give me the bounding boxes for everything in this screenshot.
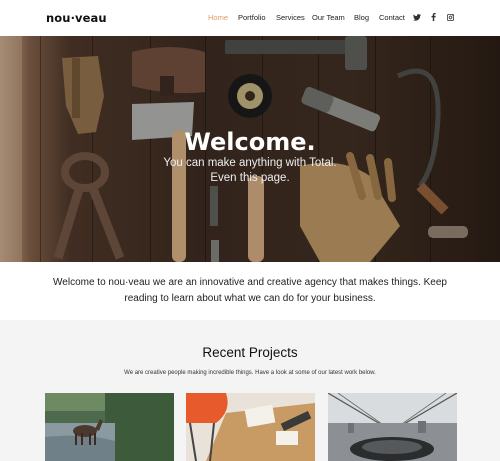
project-thumbnail-city[interactable] — [328, 393, 457, 461]
instagram-icon[interactable] — [445, 12, 455, 22]
nav-portfolio[interactable]: Portfolio — [238, 13, 266, 22]
nav-contact[interactable]: Contact — [379, 13, 405, 22]
recent-projects-section: Recent Projects We are creative people m… — [0, 320, 500, 461]
hero-title: Welcome. — [184, 128, 316, 156]
nav-blog[interactable]: Blog — [354, 13, 369, 22]
section-subtitle: We are creative people making incredible… — [124, 370, 376, 376]
section-title: Recent Projects — [202, 345, 298, 360]
facebook-icon[interactable] — [428, 12, 438, 22]
nav-home[interactable]: Home — [208, 13, 228, 22]
hero-banner: Welcome. You can make anything with Tota… — [0, 36, 500, 262]
hero-subtitle-line-1: You can make anything with Total. — [163, 157, 337, 169]
intro-text: Welcome to nou·veau we are an innovative… — [53, 277, 447, 304]
twitter-icon[interactable] — [412, 12, 422, 22]
site-header: nou·veau Home Portfolio Services Our Tea… — [0, 0, 500, 36]
main-nav: Home Portfolio Services Our Team Blog Co… — [0, 13, 500, 25]
nav-our-team[interactable]: Our Team — [312, 13, 345, 22]
nav-services[interactable]: Services — [276, 13, 305, 22]
project-thumbnail-desk[interactable] — [186, 393, 315, 461]
hero-subtitle-line-2: Even this page. — [210, 172, 290, 184]
hero-subtitle: You can make anything with Total. Even t… — [0, 156, 500, 186]
project-thumbnail-deer[interactable] — [45, 393, 174, 461]
